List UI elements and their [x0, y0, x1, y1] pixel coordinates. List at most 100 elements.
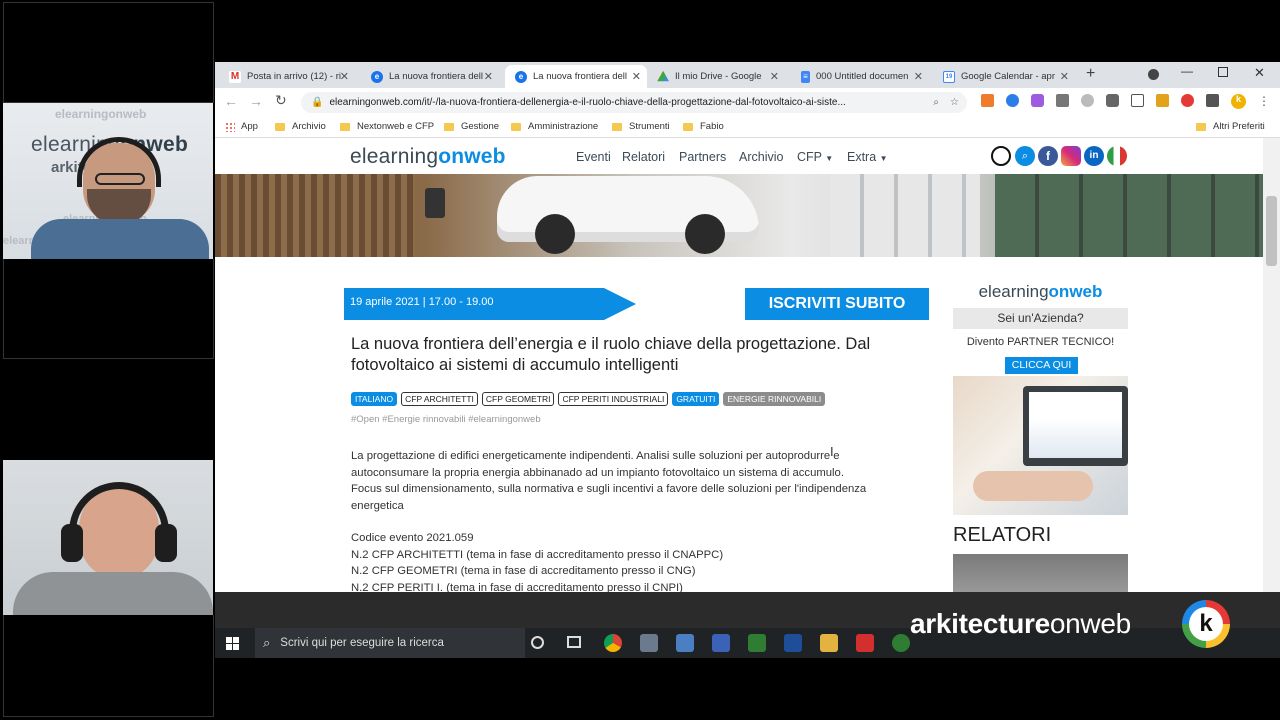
back-button[interactable]: ←	[224, 93, 238, 109]
bookmark-folder[interactable]: Gestione	[444, 121, 499, 132]
nav-eventi[interactable]: Eventi	[576, 150, 611, 164]
other-bookmarks[interactable]: Altri Preferiti	[1196, 121, 1265, 132]
puzzle-icon[interactable]	[1206, 94, 1219, 107]
star-icon[interactable]: ☆	[950, 97, 959, 108]
webcam-empty-bottom	[3, 615, 214, 717]
bookmark-folder[interactable]: Fabio	[683, 121, 724, 132]
relatori-heading: RELATORI	[953, 524, 1052, 546]
badge-gratuiti[interactable]: GRATUITI	[672, 392, 720, 406]
menu-kebab-icon[interactable]: ⋮	[1258, 94, 1270, 109]
badge-energie[interactable]: ENERGIE RINNOVABILI	[723, 392, 826, 406]
close-tab-icon[interactable]: ✕	[1060, 70, 1069, 83]
extension-icon[interactable]	[1081, 94, 1094, 107]
extension-icon[interactable]	[981, 94, 994, 107]
acrobat-icon[interactable]	[856, 634, 874, 652]
bookmark-folder[interactable]: Nextonweb e CFP	[340, 121, 434, 132]
taskbar-search[interactable]: ⌕ Scrivi qui per eseguire la ricerca	[255, 628, 525, 658]
close-tab-icon[interactable]: ✕	[914, 70, 923, 83]
extension-icon[interactable]	[1006, 94, 1019, 107]
folder-icon	[1196, 122, 1206, 131]
extension-icon[interactable]	[1056, 94, 1069, 107]
taskbar-app-icon[interactable]	[784, 634, 802, 652]
apps-bookmark[interactable]: App	[225, 121, 258, 132]
docs-icon: ≡	[801, 70, 810, 83]
italian-flag-icon[interactable]	[1107, 146, 1127, 166]
mail-icon[interactable]	[1131, 94, 1144, 107]
cortana-icon[interactable]	[531, 636, 544, 649]
tab-gmail[interactable]: M Posta in arrivo (12) - ri ✕	[219, 65, 355, 88]
facebook-icon[interactable]: f	[1038, 146, 1058, 166]
reload-button[interactable]: ↻	[275, 92, 287, 109]
bookmark-folder[interactable]: Archivio	[275, 121, 326, 132]
chrome-icon[interactable]	[604, 634, 622, 652]
close-tab-icon[interactable]: ✕	[484, 70, 493, 83]
calculator-icon[interactable]	[676, 634, 694, 652]
address-bar[interactable]: 🔒 elearningonweb.com/it/-/la-nuova-fronti…	[301, 92, 967, 113]
webcam-speaker-1: elearningonweb elearningonweb arkitec el…	[3, 103, 213, 259]
taskbar-app-icon[interactable]	[748, 634, 766, 652]
car-wheel	[685, 214, 725, 254]
badge-italiano[interactable]: ITALIANO	[351, 392, 398, 406]
nav-extra[interactable]: Extra ▼	[847, 150, 888, 164]
bg-logo-small: elearningonweb	[55, 107, 147, 121]
register-button[interactable]: ISCRIVITI SUBITO	[745, 288, 929, 320]
close-tab-icon[interactable]: ✕	[340, 70, 349, 83]
tab-elearning-1[interactable]: e La nuova frontiera dell ✕	[361, 65, 499, 88]
scrollbar-thumb[interactable]	[1266, 196, 1277, 266]
bookmark-folder[interactable]: Strumenti	[612, 121, 670, 132]
close-tab-icon[interactable]: ✕	[632, 70, 641, 83]
event-date: 19 aprile 2021 | 17.00 - 19.00	[350, 296, 494, 308]
extension-icon[interactable]	[1181, 94, 1194, 107]
profile-icon[interactable]: k	[1231, 94, 1246, 109]
zoom-icon[interactable]: ⌕	[933, 97, 939, 108]
event-details: Codice evento 2021.059 N.2 CFP ARCHITETT…	[351, 532, 724, 592]
site-logo[interactable]: elearningonweb	[350, 145, 506, 169]
badge-cfp-periti[interactable]: CFP PERITI INDUSTRIALI	[558, 392, 669, 406]
scrollbar[interactable]	[1263, 138, 1280, 592]
search-icon[interactable]: ⌕	[1015, 146, 1035, 166]
file-explorer-icon[interactable]	[820, 634, 838, 652]
linkedin-icon[interactable]: in	[1084, 146, 1104, 166]
house-wall	[830, 174, 980, 257]
extension-icon[interactable]	[1031, 94, 1044, 107]
close-window-button[interactable]: ✕	[1254, 65, 1265, 81]
new-tab-button[interactable]: +	[1086, 65, 1095, 83]
extension-icon[interactable]	[1156, 94, 1169, 107]
task-view-icon[interactable]	[567, 636, 581, 648]
user-icon[interactable]	[991, 146, 1011, 166]
minimize-button[interactable]: —	[1181, 64, 1193, 78]
event-description: La progettazione di edifici energeticame…	[351, 450, 867, 512]
search-icon: ⌕	[263, 635, 271, 650]
badge-cfp-architetti[interactable]: CFP ARCHITETTI	[401, 392, 478, 406]
edge-e-icon: e	[371, 70, 383, 83]
tab-calendar[interactable]: 19 Google Calendar - apr ✕	[933, 65, 1075, 88]
nav-partners[interactable]: Partners	[679, 150, 726, 164]
laptop-display	[1029, 392, 1122, 458]
nav-cfp[interactable]: CFP ▼	[797, 150, 833, 164]
restore-button[interactable]	[1218, 67, 1228, 77]
tab-docs[interactable]: ≡ 000 Untitled documen ✕	[791, 65, 929, 88]
tab-drive[interactable]: Il mio Drive - Google ✕	[647, 65, 785, 88]
taskbar-app-icon[interactable]	[640, 634, 658, 652]
person-sweater	[13, 572, 213, 615]
tab-elearning-active[interactable]: e La nuova frontiera dell ✕	[505, 65, 647, 88]
folder-icon	[444, 122, 454, 131]
arkitectureonweb-logo: arkitectureonweb	[910, 608, 1131, 639]
tab-search-icon[interactable]	[1148, 69, 1159, 80]
instagram-icon[interactable]	[1061, 146, 1081, 166]
taskbar-app-icon[interactable]	[712, 634, 730, 652]
windows-start-icon[interactable]	[226, 637, 239, 650]
nav-relatori[interactable]: Relatori	[622, 150, 665, 164]
nav-archivio[interactable]: Archivio	[739, 150, 783, 164]
clicca-qui-button[interactable]: CLICCA QUI	[1005, 357, 1078, 374]
spotify-icon[interactable]	[892, 634, 910, 652]
webcam-speaker-2	[3, 460, 213, 615]
sidebar-logo[interactable]: elearningonweb	[953, 282, 1128, 302]
bookmark-folder[interactable]: Amministrazione	[511, 121, 598, 132]
camera-icon[interactable]	[1106, 94, 1119, 107]
forward-button[interactable]: →	[249, 93, 263, 109]
wood-wall	[215, 174, 415, 257]
close-tab-icon[interactable]: ✕	[770, 70, 779, 83]
badge-cfp-geometri[interactable]: CFP GEOMETRI	[481, 392, 555, 406]
event-date-banner: 19 aprile 2021 | 17.00 - 19.00	[344, 288, 636, 320]
